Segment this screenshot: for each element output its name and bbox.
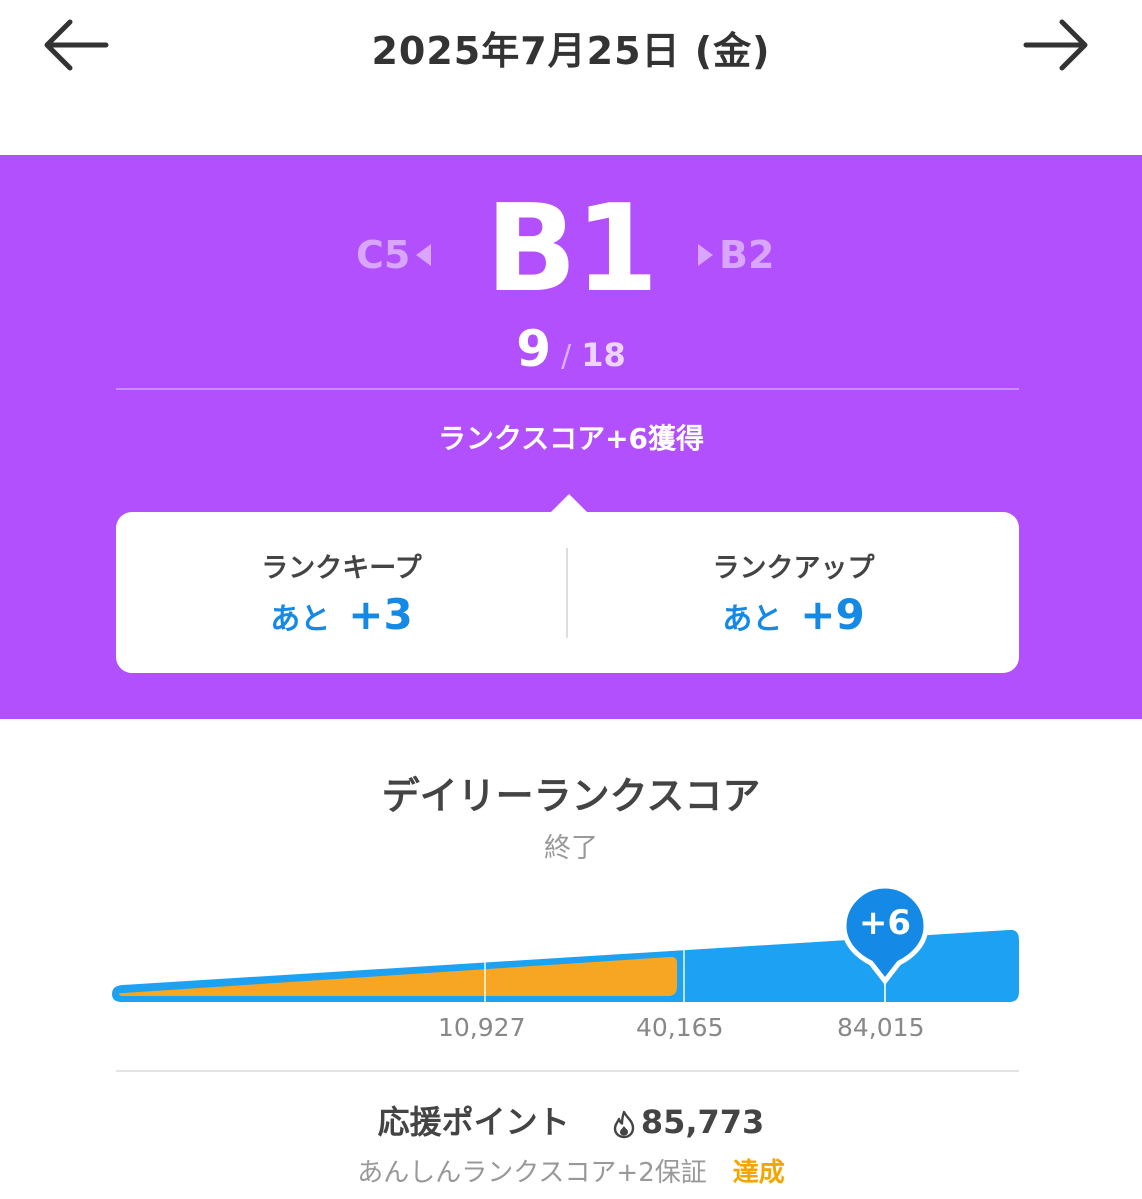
rank-target-card: ランクキープ あと +3 ランクアップ あと +9	[116, 512, 1019, 673]
gauge-fill	[119, 956, 677, 996]
rank-up-section: ランクアップ あと +9	[568, 512, 1019, 673]
rank-keep-label: ランクキープ	[261, 553, 422, 584]
daily-status: 終了	[544, 833, 598, 864]
header: 2025年7月25日 (金)	[0, 0, 1142, 155]
safe-rank-score-text: あんしんランクスコア+2保証	[357, 1158, 707, 1188]
arrow-right-icon	[1023, 19, 1088, 71]
support-points-row: 応援ポイント 85,773	[0, 1097, 1142, 1143]
achieved-badge: 達成	[732, 1158, 785, 1188]
threshold-label-3: 84,015	[837, 1013, 925, 1042]
score-badge-text: +6	[858, 903, 912, 943]
threshold-label-2: 40,165	[636, 1013, 724, 1042]
flame-icon	[613, 1110, 635, 1139]
next-day-button[interactable]	[1016, 10, 1096, 80]
rank-keep-value: あと +3	[116, 590, 567, 639]
rank-panel: C5 B1 B2 9/18 ランクスコア+6獲得 ランクキープ あと +3 ランク…	[0, 155, 1142, 719]
support-points-value: 85,773	[640, 1103, 765, 1141]
card-pointer	[551, 494, 587, 512]
rank-up-label: ランクアップ	[712, 553, 875, 584]
rank-keep-number: +3	[348, 590, 413, 639]
rank-up-prefix: あと	[722, 602, 783, 637]
support-points-label: 応援ポイント	[377, 1103, 570, 1141]
rank-up-number: +9	[800, 590, 865, 639]
next-rank: B2	[698, 233, 774, 277]
rank-progress-total: 18	[581, 336, 626, 374]
rank-keep-prefix: あと	[270, 602, 331, 637]
triangle-right-icon	[698, 244, 713, 266]
threshold-label-1: 10,927	[438, 1013, 526, 1042]
safe-rank-score-row: あんしんランクスコア+2保証 達成	[0, 1152, 1142, 1189]
divider	[116, 1070, 1019, 1072]
score-badge: +6	[841, 883, 929, 987]
current-rank: B1	[485, 180, 659, 319]
rank-progress: 9 / 18	[0, 320, 1142, 378]
rank-up-value: あと +9	[568, 590, 1019, 639]
daily-rank-score-title: デイリーランクスコア	[381, 774, 761, 818]
next-rank-label: B2	[719, 233, 775, 277]
rank-keep-section: ランクキープ あと +3	[116, 512, 567, 673]
rank-progress-separator: /	[561, 339, 572, 374]
rank-progress-current: 9	[516, 320, 552, 378]
date-title: 2025年7月25日 (金)	[371, 29, 771, 73]
rank-score-gain: ランクスコア+6獲得	[437, 422, 705, 455]
divider	[116, 388, 1019, 390]
